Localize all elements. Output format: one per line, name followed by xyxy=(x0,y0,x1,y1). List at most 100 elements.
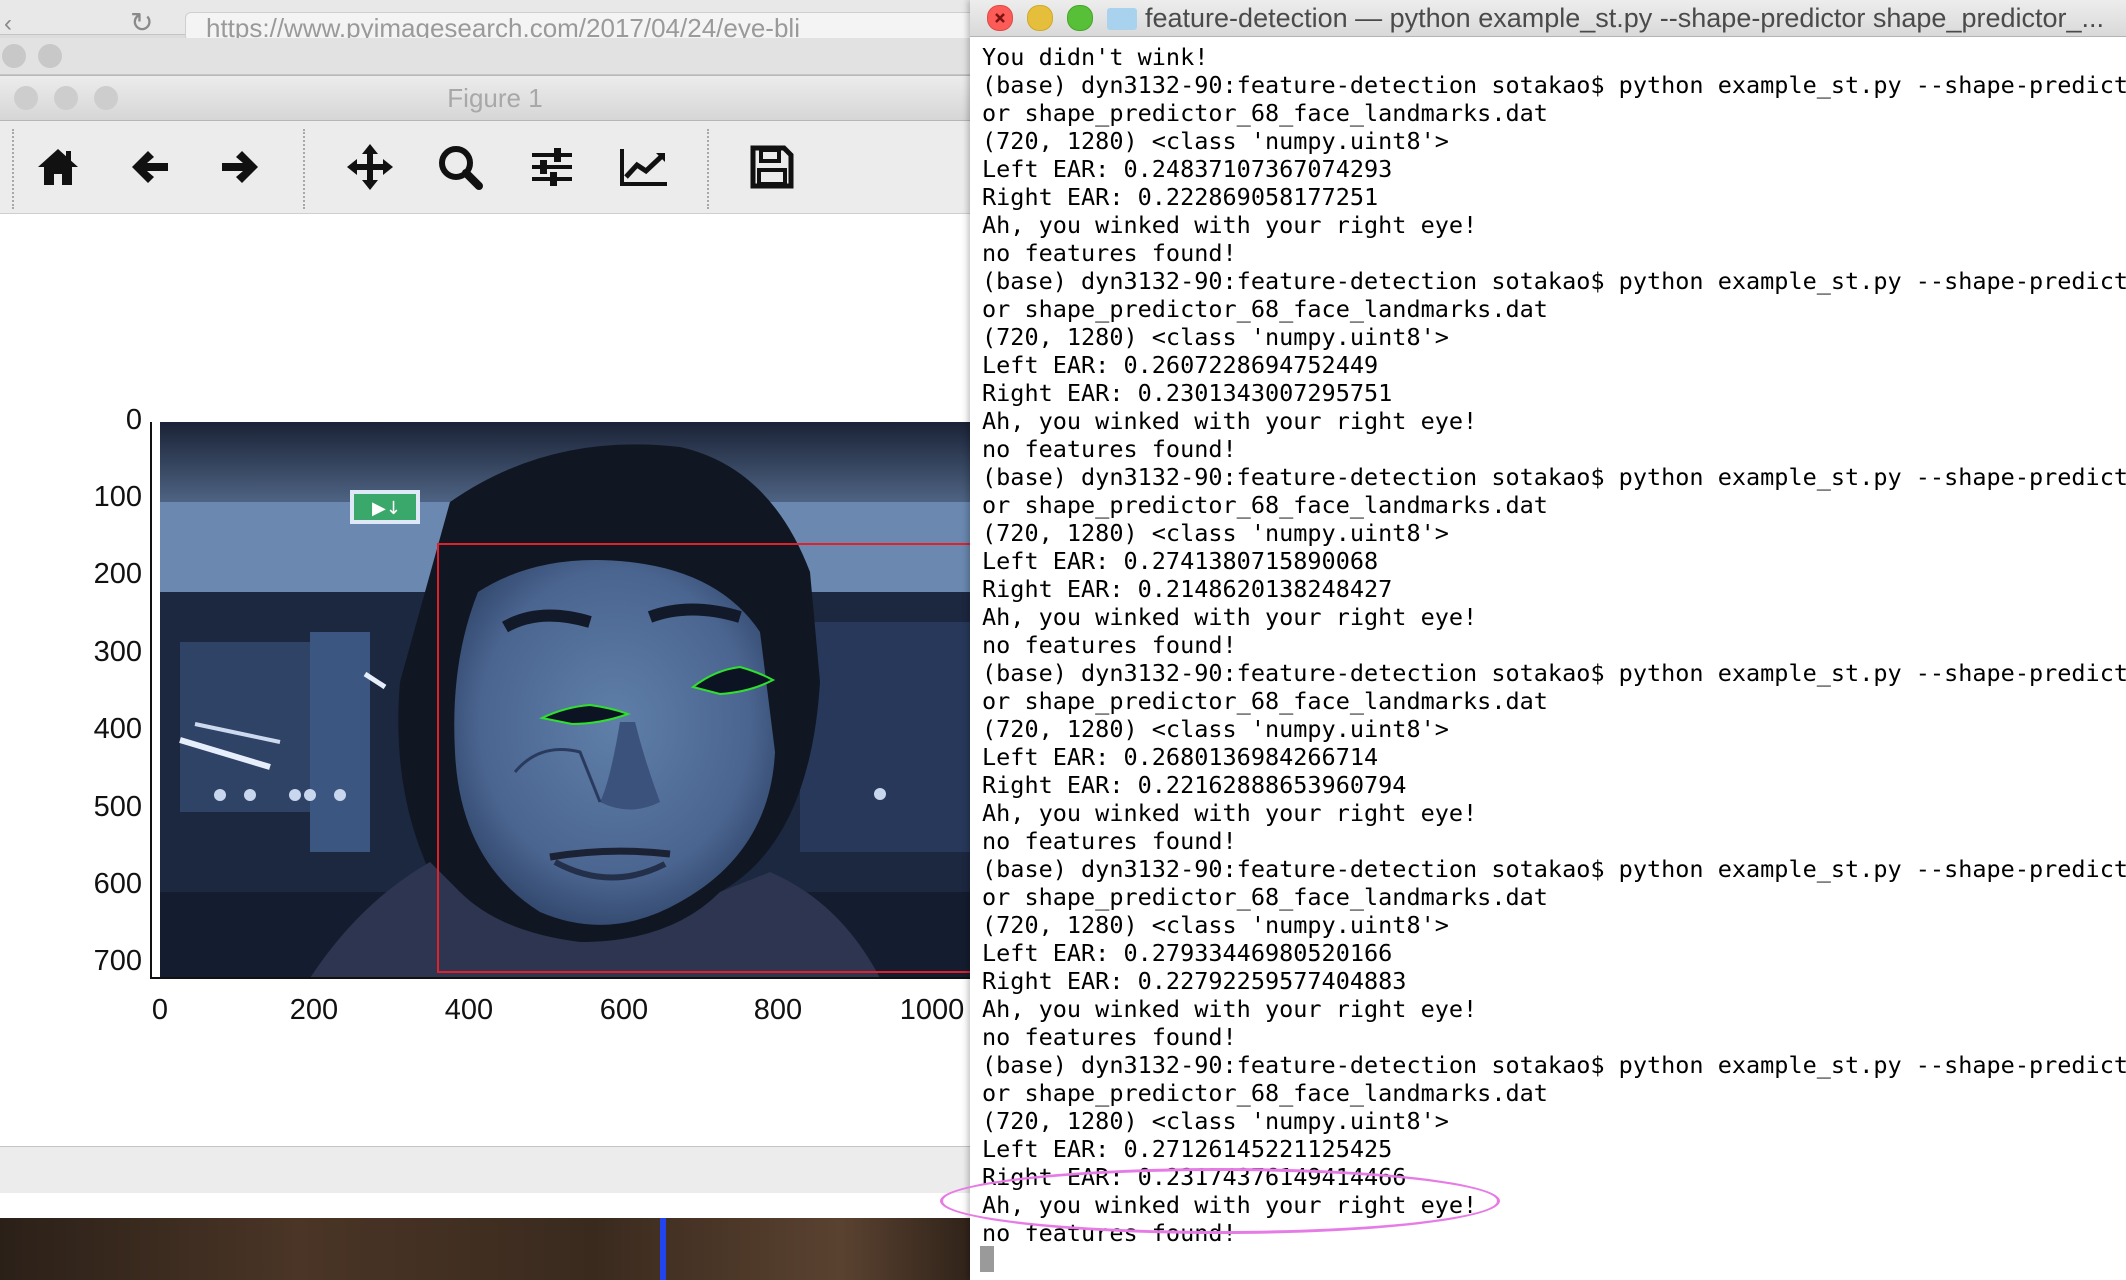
close-button[interactable] xyxy=(987,5,1013,31)
terminal-line: or shape_predictor_68_face_landmarks.dat xyxy=(982,295,1548,323)
terminal-line: Right EAR: 0.22162888653960794 xyxy=(982,771,1407,799)
terminal-line: no features found! xyxy=(982,1023,1237,1051)
zoom-button[interactable] xyxy=(1067,5,1093,31)
move-icon xyxy=(347,144,393,190)
terminal-line: (base) dyn3132-90:feature-detection sota… xyxy=(982,463,2126,491)
terminal-line: Ah, you winked with your right eye! xyxy=(982,799,1478,827)
save-button[interactable] xyxy=(740,135,804,199)
forward-button[interactable] xyxy=(208,135,272,199)
terminal-line: (720, 1280) <class 'numpy.uint8'> xyxy=(982,1107,1449,1135)
y-tick-label: 600 xyxy=(93,868,142,900)
terminal-line: (base) dyn3132-90:feature-detection sota… xyxy=(982,659,2126,687)
terminal-line: Left EAR: 0.27126145221125425 xyxy=(982,1135,1393,1163)
ghost-minimize-icon xyxy=(38,44,62,68)
terminal-line: (720, 1280) <class 'numpy.uint8'> xyxy=(982,715,1449,743)
y-tick-label: 100 xyxy=(93,481,142,513)
magnifier-icon xyxy=(439,146,483,190)
terminal-line: no features found! xyxy=(982,827,1237,855)
terminal-line: Left EAR: 0.24837107367074293 xyxy=(982,155,1393,183)
back-button[interactable] xyxy=(118,135,182,199)
minimize-button[interactable] xyxy=(1027,5,1053,31)
terminal-line: Left EAR: 0.27933446980520166 xyxy=(982,939,1393,967)
y-tick-label: 400 xyxy=(93,713,142,745)
toolbar-separator xyxy=(707,129,709,209)
terminal-line: (720, 1280) <class 'numpy.uint8'> xyxy=(982,519,1449,547)
terminal-line: Right EAR: 0.2301343007295751 xyxy=(982,379,1393,407)
configure-button[interactable] xyxy=(520,135,584,199)
chevron-left-icon[interactable]: ‹ xyxy=(4,10,12,38)
y-tick-label: 300 xyxy=(93,636,142,668)
x-tick-label: 0 xyxy=(151,994,169,1026)
x-axis-line xyxy=(150,977,990,979)
toolbar-separator xyxy=(303,129,305,209)
blue-stripe xyxy=(660,1218,666,1280)
terminal-line: (720, 1280) <class 'numpy.uint8'> xyxy=(982,127,1449,155)
figure-window: Figure 1 ▶↓ 0 100 200 300 400 500 600 70… xyxy=(0,76,990,1218)
terminal-line: Right EAR: 0.22792259577404883 xyxy=(982,967,1407,995)
figure-titlebar[interactable]: Figure 1 xyxy=(0,76,990,121)
terminal-line: (720, 1280) <class 'numpy.uint8'> xyxy=(982,323,1449,351)
terminal-window: feature-detection — python example_st.py… xyxy=(970,0,2126,1280)
terminal-output[interactable]: You didn't wink! (base) dyn3132-90:featur… xyxy=(970,37,2126,1280)
terminal-line: or shape_predictor_68_face_landmarks.dat xyxy=(982,491,1548,519)
terminal-line: Left EAR: 0.2607228694752449 xyxy=(982,351,1379,379)
terminal-line: (720, 1280) <class 'numpy.uint8'> xyxy=(982,911,1449,939)
line-chart-icon xyxy=(620,149,667,186)
close-icon xyxy=(995,13,1005,23)
terminal-line: or shape_predictor_68_face_landmarks.dat xyxy=(982,99,1548,127)
edit-axes-button[interactable] xyxy=(612,135,676,199)
terminal-line: Ah, you winked with your right eye! xyxy=(982,603,1478,631)
toolbar-separator xyxy=(12,129,14,209)
background-photo-strip xyxy=(0,1218,990,1280)
y-tick-label: 700 xyxy=(93,945,142,977)
floppy-disk-icon xyxy=(750,145,794,189)
pan-button[interactable] xyxy=(338,135,402,199)
arrow-left-icon xyxy=(132,151,168,183)
terminal-line: Right EAR: 0.222869058177251 xyxy=(982,183,1379,211)
terminal-line: Left EAR: 0.2680136984266714 xyxy=(982,743,1379,771)
terminal-line: or shape_predictor_68_face_landmarks.dat xyxy=(982,687,1548,715)
terminal-line: no features found! xyxy=(982,631,1237,659)
terminal-line: or shape_predictor_68_face_landmarks.dat xyxy=(982,1079,1548,1107)
x-tick-label: 400 xyxy=(444,994,494,1026)
terminal-line: Right EAR: 0.2148620138248427 xyxy=(982,575,1393,603)
x-tick-label: 200 xyxy=(289,994,339,1026)
webcam-frame-svg: ▶↓ xyxy=(160,422,990,978)
arrow-right-icon xyxy=(222,151,258,183)
y-tick-label: 500 xyxy=(93,791,142,823)
home-button[interactable] xyxy=(26,135,90,199)
terminal-line: no features found! xyxy=(982,435,1237,463)
zoom-button[interactable] xyxy=(428,135,492,199)
x-tick-label: 600 xyxy=(599,994,649,1026)
figure-title: Figure 1 xyxy=(447,83,543,113)
terminal-titlebar[interactable]: feature-detection — python example_st.py… xyxy=(970,0,2126,37)
terminal-line: no features found! xyxy=(982,239,1237,267)
ghost-close-icon xyxy=(2,44,26,68)
terminal-line: Ah, you winked with your right eye! xyxy=(982,995,1478,1023)
terminal-line: You didn't wink! xyxy=(982,43,1209,71)
webcam-image: ▶↓ xyxy=(160,422,990,978)
terminal-line: (base) dyn3132-90:feature-detection sota… xyxy=(982,855,2126,883)
terminal-lines: You didn't wink! (base) dyn3132-90:featur… xyxy=(982,43,2126,1247)
terminal-line: Ah, you winked with your right eye! xyxy=(982,211,1478,239)
home-icon xyxy=(38,149,78,185)
figure-toolbar xyxy=(0,121,990,214)
terminal-line: or shape_predictor_68_face_landmarks.dat xyxy=(982,883,1548,911)
terminal-line: Ah, you winked with your right eye! xyxy=(982,407,1478,435)
folder-icon xyxy=(1107,8,1137,30)
y-tick-label: 200 xyxy=(93,558,142,590)
figure-status-bar xyxy=(0,1146,990,1193)
terminal-line: Left EAR: 0.2741380715890068 xyxy=(982,547,1379,575)
terminal-cursor xyxy=(980,1246,994,1272)
terminal-line: (base) dyn3132-90:feature-detection sota… xyxy=(982,267,2126,295)
y-tick-label: 0 xyxy=(125,404,142,436)
x-tick-label: 800 xyxy=(753,994,803,1026)
annotation-ellipse xyxy=(940,1168,1500,1234)
sliders-icon xyxy=(532,148,572,186)
background-window-titlebar xyxy=(0,38,990,75)
terminal-line: (base) dyn3132-90:feature-detection sota… xyxy=(982,71,2126,99)
exit-sign-text: ▶↓ xyxy=(372,498,401,519)
terminal-line: (base) dyn3132-90:feature-detection sota… xyxy=(982,1051,2126,1079)
reload-icon[interactable]: ↻ xyxy=(130,6,153,39)
terminal-title: feature-detection — python example_st.py… xyxy=(1145,3,2105,33)
